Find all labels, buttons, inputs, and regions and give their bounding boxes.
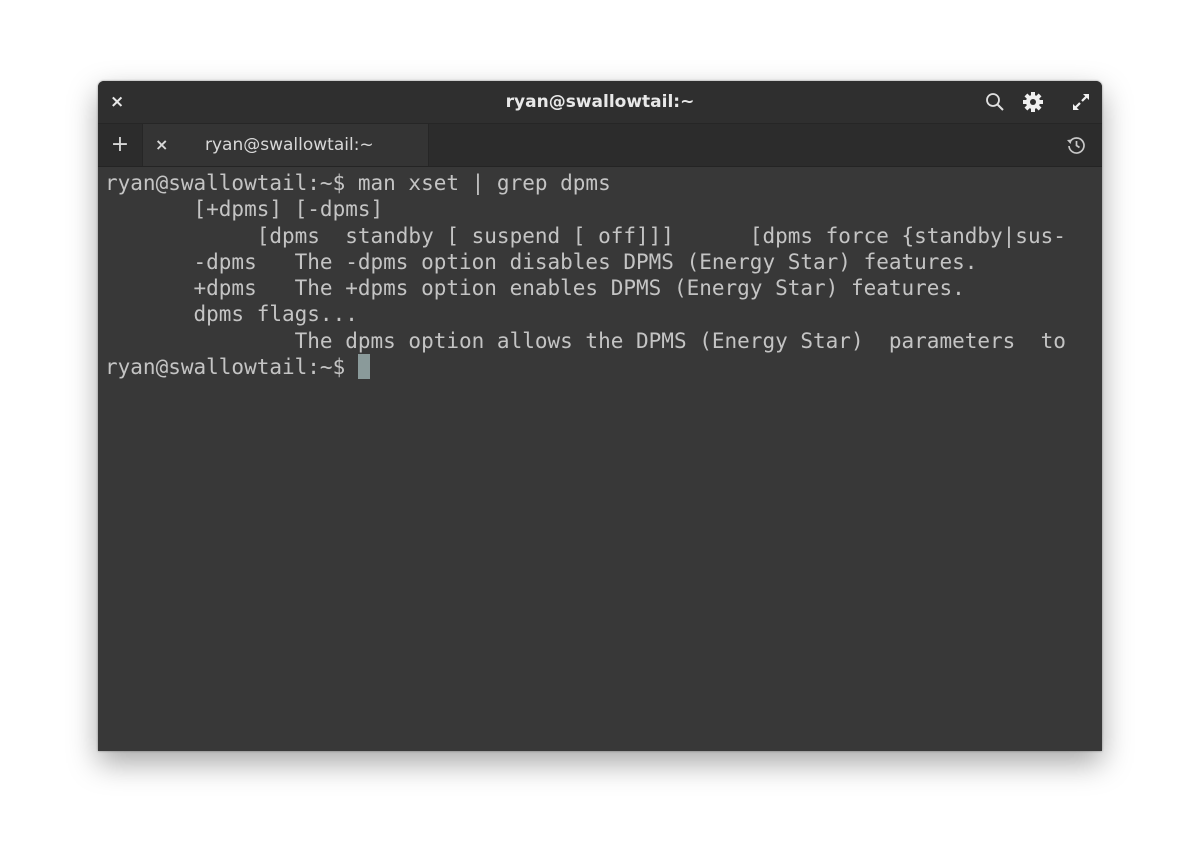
- terminal-line: +dpms The +dpms option enables DPMS (Ene…: [105, 276, 965, 301]
- window-title: ryan@swallowtail:~: [505, 92, 695, 112]
- terminal-line: dpms flags...: [105, 302, 358, 327]
- tab-bar: + × ryan@swallowtail:~: [98, 124, 1102, 167]
- history-icon[interactable]: [1066, 135, 1086, 155]
- maximize-icon[interactable]: [1071, 92, 1091, 112]
- terminal-line: ryan@swallowtail:~$ man xset | grep dpms: [105, 171, 611, 195]
- text-cursor: [357, 354, 370, 380]
- prompt: ryan@swallowtail:~$: [105, 355, 358, 380]
- terminal-line: The dpms option allows the DPMS (Energy …: [105, 328, 1066, 353]
- new-tab-button[interactable]: +: [98, 124, 143, 166]
- prompt-line: ryan@swallowtail:~$: [105, 354, 1102, 380]
- terminal-window: × ryan@swallowtail:~ + × ryan@swallowtai…: [98, 81, 1102, 751]
- terminal-output[interactable]: ryan@swallowtail:~$ man xset | grep dpms…: [105, 170, 1102, 751]
- terminal-line: -dpms The -dpms option disables DPMS (En…: [105, 249, 978, 274]
- tab-label: ryan@swallowtail:~: [205, 135, 374, 155]
- terminal-line: [+dpms] [-dpms]: [105, 197, 384, 222]
- gear-icon[interactable]: [1023, 92, 1043, 112]
- terminal-line: [dpms standby [ suspend [ off]]] [dpms f…: [105, 223, 1066, 248]
- tab-ryan-swallowtail[interactable]: × ryan@swallowtail:~: [143, 124, 429, 166]
- close-tab-button[interactable]: ×: [155, 124, 168, 166]
- search-icon[interactable]: [985, 92, 1005, 112]
- title-bar: × ryan@swallowtail:~: [98, 81, 1102, 124]
